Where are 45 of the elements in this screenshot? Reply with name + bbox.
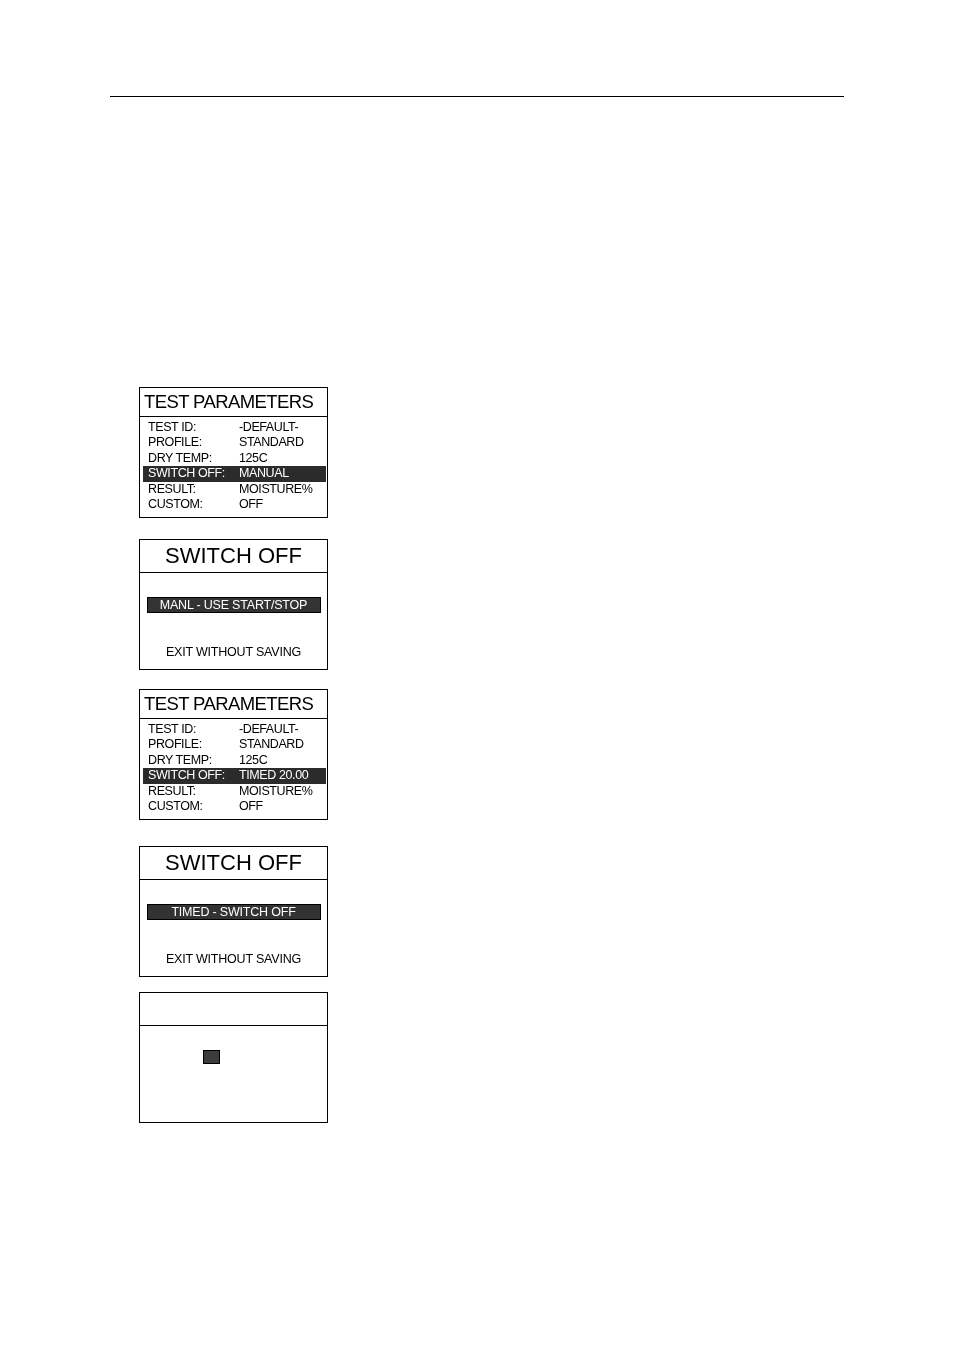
parameter-value: 125C	[239, 450, 269, 467]
parameter-row[interactable]: DRY TEMP: 125C	[143, 752, 326, 769]
parameter-label: PROFILE:	[148, 435, 203, 451]
parameter-row[interactable]: TEST ID: -DEFAULT-	[143, 722, 326, 738]
parameter-value: OFF	[239, 798, 264, 815]
parameter-value: MOISTURE%	[239, 481, 314, 497]
screen-title: SWITCH OFF	[165, 542, 302, 570]
parameter-label: SWITCH OFF:	[148, 768, 226, 784]
parameter-label: TEST ID:	[148, 722, 197, 738]
parameter-row[interactable]: TEST ID: -DEFAULT-	[143, 420, 326, 436]
parameter-label: DRY TEMP:	[148, 752, 213, 769]
parameter-label: SWITCH OFF:	[148, 466, 226, 482]
parameter-row[interactable]: SWITCH OFF: TIMED 20.00	[143, 768, 326, 784]
parameter-row[interactable]: DRY TEMP: 125C	[143, 450, 326, 467]
parameter-row[interactable]: CUSTOM: OFF	[143, 496, 326, 513]
parameter-label: CUSTOM:	[148, 496, 204, 513]
parameter-value: MOISTURE%	[239, 783, 314, 799]
parameter-row[interactable]: PROFILE: STANDARD	[143, 737, 326, 753]
menu-option[interactable]: EXIT WITHOUT SAVING	[165, 645, 302, 659]
parameter-row[interactable]: CUSTOM: OFF	[143, 798, 326, 815]
parameter-row[interactable]: RESULT: MOISTURE%	[143, 481, 326, 497]
screen-title: TEST PARAMETERS	[144, 692, 314, 716]
parameter-value: 125C	[239, 752, 269, 769]
parameter-label: TEST ID:	[148, 420, 197, 436]
parameter-value: MANUAL	[239, 466, 290, 482]
menu-option[interactable]: TIMED - SWITCH OFF	[146, 904, 321, 920]
parameter-label: CUSTOM:	[148, 798, 204, 815]
parameter-label: RESULT:	[148, 481, 197, 497]
parameter-value: -DEFAULT-	[239, 420, 300, 436]
parameter-row[interactable]: RESULT: MOISTURE%	[143, 783, 326, 799]
parameter-row[interactable]: PROFILE: STANDARD	[143, 435, 326, 451]
screen-title: TEST PARAMETERS	[144, 390, 314, 414]
menu-option[interactable]: EXIT WITHOUT SAVING	[165, 952, 302, 966]
parameter-value: TIMED 20.00	[239, 768, 310, 784]
parameter-label: PROFILE:	[148, 737, 203, 753]
parameter-value: STANDARD	[239, 435, 305, 451]
parameter-value: -DEFAULT-	[239, 722, 300, 738]
screen-title: SWITCH OFF	[165, 849, 302, 877]
parameter-value: STANDARD	[239, 737, 305, 753]
parameter-label: DRY TEMP:	[148, 450, 213, 467]
parameter-row[interactable]: SWITCH OFF: MANUAL	[143, 466, 326, 482]
cursor-block-icon	[203, 1050, 220, 1064]
menu-option[interactable]: MANL - USE START/STOP	[146, 597, 321, 613]
parameter-value: OFF	[239, 496, 264, 513]
parameter-label: RESULT:	[148, 783, 197, 799]
